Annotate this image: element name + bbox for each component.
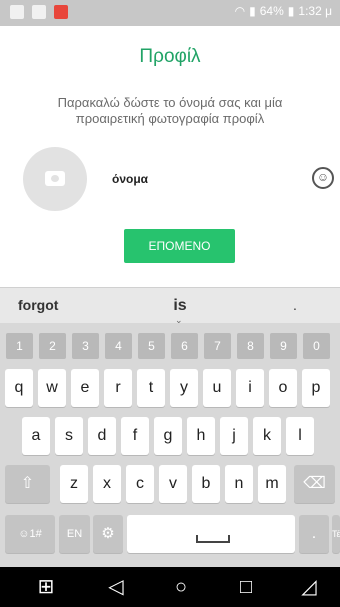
key-s[interactable]: s [55,417,83,455]
notification-panel-icon[interactable]: ◿ [296,574,322,600]
collapse-icon[interactable]: ⊞ [33,574,59,600]
key-v[interactable]: v [159,465,187,503]
suggestion-bar: forgot is ⌄ . [0,287,340,325]
key-7[interactable]: 7 [204,333,231,359]
status-right: ◠ ▮ 64% ▮ 1:32 μ [235,4,332,18]
message-icon [10,5,24,19]
key-y[interactable]: y [170,369,198,407]
key-0[interactable]: 0 [303,333,330,359]
key-x[interactable]: x [93,465,121,503]
key-4[interactable]: 4 [105,333,132,359]
key-f[interactable]: f [121,417,149,455]
back-icon[interactable]: ◁ [103,574,129,600]
name-input[interactable]: όνομα [112,172,292,192]
key-o[interactable]: ο [269,369,297,407]
shift-key[interactable]: ⇧ [5,465,50,503]
profile-photo-button[interactable] [23,147,87,211]
key-u[interactable]: u [203,369,231,407]
key-q[interactable]: q [5,369,33,407]
key-m[interactable]: m [258,465,286,503]
key-8[interactable]: 8 [237,333,264,359]
settings-key[interactable]: ⚙ [93,515,123,553]
space-key[interactable] [127,515,295,553]
key-i[interactable]: i [236,369,264,407]
key-g[interactable]: g [154,417,182,455]
emoji-icon[interactable]: ☺ [312,167,334,189]
navigation-bar: ⊞ ◁ ○ □ ◿ [0,567,340,607]
key-d[interactable]: d [88,417,116,455]
key-3[interactable]: 3 [72,333,99,359]
delete-key[interactable]: ⌫ [294,465,335,503]
key-t[interactable]: t [137,369,165,407]
number-row: 1 2 3 4 5 6 7 8 9 0 [0,333,340,359]
key-r[interactable]: r [104,369,132,407]
key-b[interactable]: b [192,465,220,503]
key-a[interactable]: a [22,417,50,455]
key-6[interactable]: 6 [171,333,198,359]
battery-percent: 64% [259,4,284,18]
suggestion-2[interactable]: is [140,297,220,315]
key-l[interactable]: l [286,417,314,455]
key-1[interactable]: 1 [6,333,33,359]
language-key[interactable]: EN [59,515,90,553]
recent-apps-icon[interactable]: □ [233,574,259,600]
key-h[interactable]: h [187,417,215,455]
signal-icon: ▮ [249,4,256,18]
keyboard: 1 2 3 4 5 6 7 8 9 0 q w e r t y u i ο p … [0,323,340,567]
battery-icon: ▮ [287,4,295,18]
period-key[interactable]: . [299,515,329,553]
page-title: Προφίλ [139,46,201,67]
key-k[interactable]: k [253,417,281,455]
emoji-symbol-key[interactable]: ☺1# [5,515,55,553]
key-n[interactable]: n [225,465,253,503]
done-key[interactable]: Τέλος [332,515,340,553]
key-5[interactable]: 5 [138,333,165,359]
suggestion-1[interactable]: forgot [18,297,98,313]
key-w[interactable]: w [38,369,66,407]
notification-icons [10,5,68,19]
key-z[interactable]: z [60,465,88,503]
image-icon [32,5,46,19]
camera-icon [45,171,65,186]
key-9[interactable]: 9 [270,333,297,359]
page-subtitle: Παρακαλώ δώστε το όνομά σας και μία προα… [57,95,283,126]
key-p[interactable]: p [302,369,330,407]
home-icon[interactable]: ○ [168,574,194,600]
wifi-icon: ◠ [234,4,246,18]
key-j[interactable]: j [220,417,248,455]
key-c[interactable]: c [126,465,154,503]
next-button[interactable]: ΕΠΟΜΕΝΟ [124,229,235,263]
suggestion-3[interactable]: . [260,297,330,313]
status-bar: ◠ ▮ 64% ▮ 1:32 μ [0,0,340,26]
clock: 1:32 μ [298,4,332,18]
key-2[interactable]: 2 [39,333,66,359]
app-notification-icon [54,5,68,19]
key-e[interactable]: e [71,369,99,407]
